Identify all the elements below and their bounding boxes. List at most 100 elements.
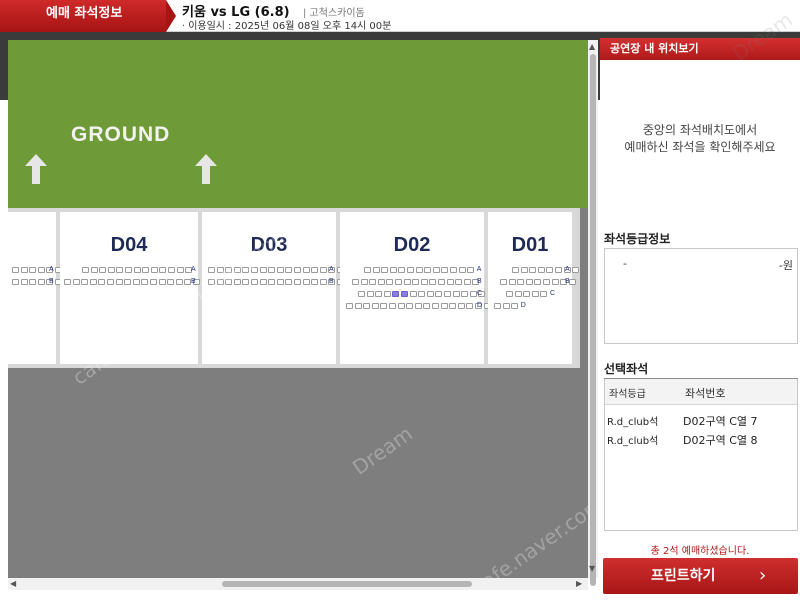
seat[interactable] xyxy=(360,279,368,285)
seat[interactable] xyxy=(455,279,463,285)
seat[interactable] xyxy=(551,279,559,285)
seat[interactable] xyxy=(372,267,380,273)
seat[interactable] xyxy=(371,303,379,309)
seat[interactable] xyxy=(107,279,114,285)
seat[interactable] xyxy=(354,303,362,309)
seat[interactable] xyxy=(432,303,439,309)
seat[interactable] xyxy=(543,279,550,285)
seat[interactable] xyxy=(381,267,389,273)
scroll-up-icon[interactable]: ▲ xyxy=(589,42,595,51)
seat-block-partial[interactable]: AB xyxy=(8,212,62,364)
seat[interactable] xyxy=(511,303,519,309)
seat[interactable] xyxy=(366,291,374,297)
seat[interactable] xyxy=(512,267,519,273)
seat[interactable] xyxy=(423,303,431,309)
seat[interactable] xyxy=(407,267,414,273)
seat[interactable] xyxy=(302,279,310,285)
seat[interactable] xyxy=(389,303,396,309)
seat[interactable] xyxy=(457,303,465,309)
seat[interactable] xyxy=(311,279,319,285)
seat[interactable] xyxy=(302,267,310,273)
seat[interactable] xyxy=(500,279,507,285)
seat[interactable] xyxy=(150,279,157,285)
seat[interactable] xyxy=(398,267,406,273)
scroll-down-icon[interactable]: ▼ xyxy=(589,564,595,573)
seat[interactable] xyxy=(167,279,175,285)
seat[interactable] xyxy=(540,291,548,297)
seat[interactable] xyxy=(555,267,562,273)
horizontal-scroll-thumb[interactable] xyxy=(222,581,472,587)
seat[interactable] xyxy=(175,279,183,285)
seat[interactable] xyxy=(132,279,140,285)
seat[interactable] xyxy=(494,303,501,309)
seat[interactable] xyxy=(523,291,531,297)
seat[interactable] xyxy=(537,267,545,273)
seat[interactable] xyxy=(450,267,457,273)
seat[interactable] xyxy=(418,291,426,297)
seat[interactable] xyxy=(116,267,124,273)
seat[interactable] xyxy=(386,279,394,285)
seat[interactable] xyxy=(401,291,408,297)
seat[interactable] xyxy=(546,267,554,273)
seat[interactable] xyxy=(461,291,469,297)
seat[interactable] xyxy=(29,279,37,285)
seat[interactable] xyxy=(142,267,150,273)
seat[interactable] xyxy=(363,303,371,309)
seat[interactable] xyxy=(358,291,365,297)
seat[interactable] xyxy=(406,303,414,309)
seat[interactable] xyxy=(572,267,580,273)
seat-block-d02[interactable]: D02 A B C D xyxy=(340,212,491,364)
seat[interactable] xyxy=(319,267,327,273)
horizontal-scrollbar[interactable]: ◀ ▶ xyxy=(8,578,588,590)
seat[interactable] xyxy=(397,303,405,309)
seat[interactable] xyxy=(346,303,353,309)
seat[interactable] xyxy=(124,279,132,285)
seat[interactable] xyxy=(517,279,525,285)
seat[interactable] xyxy=(268,279,276,285)
seat[interactable] xyxy=(29,267,37,273)
vertical-scroll-thumb[interactable] xyxy=(590,54,596,586)
seat[interactable] xyxy=(37,267,45,273)
seat[interactable] xyxy=(429,279,437,285)
seat[interactable] xyxy=(458,267,466,273)
seat[interactable] xyxy=(276,267,284,273)
seat[interactable] xyxy=(446,279,454,285)
seat[interactable] xyxy=(311,267,319,273)
seat-map[interactable]: GROUND A B D04 A B D03 A B D02 A B C D D01 A B C D cafe.n… xyxy=(8,40,588,578)
seat[interactable] xyxy=(420,279,428,285)
seat[interactable] xyxy=(452,291,460,297)
seat[interactable] xyxy=(319,279,327,285)
seat[interactable] xyxy=(415,267,423,273)
seat[interactable] xyxy=(294,267,301,273)
scroll-right-icon[interactable]: ▶ xyxy=(576,579,582,588)
seat[interactable] xyxy=(375,291,383,297)
seat-block-d01[interactable]: D01 A B C D xyxy=(488,212,580,364)
seat[interactable] xyxy=(125,267,132,273)
seat[interactable] xyxy=(449,303,457,309)
seat[interactable] xyxy=(441,267,449,273)
seat[interactable] xyxy=(99,267,107,273)
seat[interactable] xyxy=(392,291,400,297)
seat[interactable] xyxy=(98,279,106,285)
seat[interactable] xyxy=(168,267,175,273)
seat[interactable] xyxy=(64,279,71,285)
seat[interactable] xyxy=(435,291,443,297)
seat[interactable] xyxy=(115,279,123,285)
seat[interactable] xyxy=(424,267,432,273)
seat[interactable] xyxy=(90,267,98,273)
seat[interactable] xyxy=(276,279,284,285)
seat[interactable] xyxy=(444,291,451,297)
seat[interactable] xyxy=(463,279,471,285)
seat[interactable] xyxy=(259,279,267,285)
seat[interactable] xyxy=(380,303,388,309)
seat[interactable] xyxy=(150,267,158,273)
seat[interactable] xyxy=(514,291,522,297)
seat[interactable] xyxy=(377,279,385,285)
seat[interactable] xyxy=(369,279,377,285)
seat[interactable] xyxy=(426,291,434,297)
seat[interactable] xyxy=(414,303,422,309)
seat[interactable] xyxy=(502,303,510,309)
seat[interactable] xyxy=(466,303,474,309)
seat[interactable] xyxy=(81,279,89,285)
seat[interactable] xyxy=(141,279,149,285)
